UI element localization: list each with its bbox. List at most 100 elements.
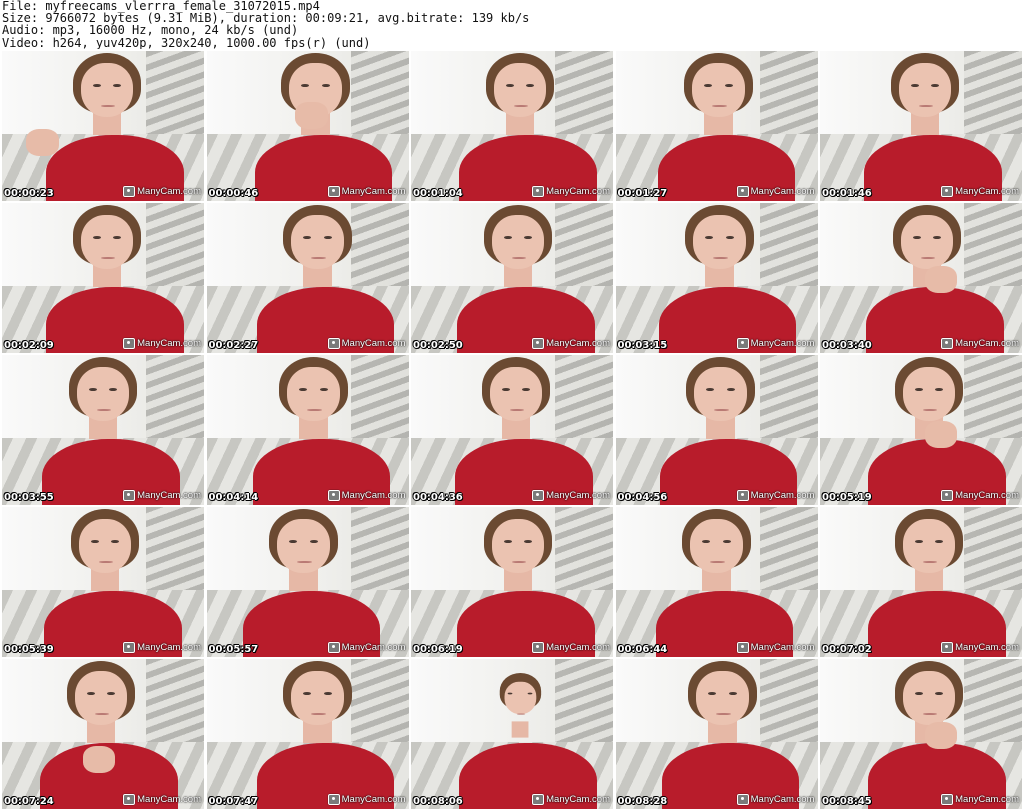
video-thumbnail-17: ManyCam.com 00:05:57 <box>206 507 409 657</box>
video-thumbnail-25: ManyCam.com 00:08:45 <box>820 659 1022 809</box>
thumbnail-timestamp: 00:05:57 <box>208 644 259 655</box>
person-right-eye <box>524 236 533 239</box>
background-shelf <box>964 507 1022 602</box>
manycam-logo-icon <box>327 794 340 805</box>
video-thumbnail-19: ManyCam.com 00:06:44 <box>615 507 818 657</box>
manycam-watermark-text: ManyCam.com <box>750 794 815 805</box>
manycam-watermark-text: ManyCam.com <box>137 490 201 501</box>
person-left-eye <box>301 84 310 87</box>
thumbnail-timestamp: 00:00:46 <box>208 188 259 199</box>
person-hand <box>925 266 958 293</box>
thumbnail-timestamp: 00:04:14 <box>208 492 259 503</box>
thumbnail-timestamp: 00:08:45 <box>822 796 872 807</box>
video-thumbnail-14: ManyCam.com 00:04:56 <box>615 355 818 505</box>
manycam-watermark-text: ManyCam.com <box>546 338 610 349</box>
person-face <box>902 671 956 725</box>
person-face <box>76 367 130 421</box>
manycam-watermark-text: ManyCam.com <box>341 642 406 653</box>
thumbnail-timestamp: 00:08:28 <box>617 796 668 807</box>
manycam-watermark: ManyCam.com <box>736 794 815 805</box>
background-shelf <box>555 51 613 146</box>
person-left-eye <box>914 388 923 391</box>
person-face <box>277 519 330 573</box>
person-face <box>696 671 749 725</box>
manycam-watermark-text: ManyCam.com <box>137 642 201 653</box>
manycam-watermark: ManyCam.com <box>532 338 610 349</box>
manycam-watermark: ManyCam.com <box>327 490 406 501</box>
person-left-eye <box>704 84 713 87</box>
manycam-watermark: ManyCam.com <box>736 338 815 349</box>
thumbnail-timestamp: 00:01:27 <box>617 188 668 199</box>
manycam-watermark: ManyCam.com <box>532 490 610 501</box>
manycam-watermark-text: ManyCam.com <box>546 490 610 501</box>
manycam-watermark-text: ManyCam.com <box>341 794 406 805</box>
thumbnail-timestamp: 00:00:23 <box>4 188 54 199</box>
manycam-watermark: ManyCam.com <box>327 642 406 653</box>
person-left-eye <box>914 692 923 695</box>
person-right-eye <box>319 388 328 391</box>
manycam-watermark: ManyCam.com <box>941 490 1019 501</box>
person-face <box>491 215 545 269</box>
background-shelf <box>146 355 204 450</box>
background-shelf <box>555 355 613 450</box>
thumbnail-timestamp: 00:04:56 <box>617 492 668 503</box>
person-right-eye <box>526 84 535 87</box>
person-face <box>291 671 344 725</box>
person-right-eye <box>722 540 731 543</box>
thumbnail-timestamp: 00:02:09 <box>4 340 54 351</box>
person-left-eye <box>289 540 298 543</box>
person-left-eye <box>303 236 312 239</box>
person-left-eye <box>914 540 923 543</box>
background-shelf <box>555 507 613 602</box>
person-face <box>504 681 536 715</box>
person-face <box>902 519 956 573</box>
background-shelf <box>350 51 409 146</box>
person-right-eye <box>323 692 332 695</box>
manycam-watermark: ManyCam.com <box>941 338 1019 349</box>
person-left-eye <box>507 692 513 695</box>
manycam-watermark-text: ManyCam.com <box>546 186 610 197</box>
person-left-eye <box>303 692 312 695</box>
video-thumbnail-24: ManyCam.com 00:08:28 <box>615 659 818 809</box>
thumbnail-timestamp: 00:06:44 <box>617 644 668 655</box>
video-thumbnail-2: ManyCam.com 00:00:46 <box>206 51 409 201</box>
manycam-logo-icon <box>123 642 136 653</box>
person-left-eye <box>501 388 510 391</box>
person-face <box>694 367 747 421</box>
manycam-logo-icon <box>123 186 136 197</box>
thumbnail-timestamp: 00:07:02 <box>822 644 872 655</box>
manycam-watermark: ManyCam.com <box>123 642 201 653</box>
person-left-eye <box>505 84 514 87</box>
video-thumbnail-12: ManyCam.com 00:04:14 <box>206 355 409 505</box>
person-right-eye <box>935 692 944 695</box>
background-shelf <box>964 51 1022 146</box>
manycam-watermark-text: ManyCam.com <box>955 490 1019 501</box>
person-left-eye <box>708 692 717 695</box>
manycam-logo-icon <box>532 490 545 501</box>
manycam-watermark-text: ManyCam.com <box>341 490 406 501</box>
video-info-header: File: myfreecams_vlerrra_female_31072015… <box>2 0 1022 49</box>
person-hand <box>295 102 328 129</box>
thumbnail-timestamp: 00:02:50 <box>413 340 463 351</box>
background-shelf <box>350 659 409 754</box>
background-shelf <box>964 203 1022 298</box>
background-shelf <box>964 659 1022 754</box>
manycam-watermark-text: ManyCam.com <box>137 338 201 349</box>
person-left-eye <box>86 692 95 695</box>
person-face <box>692 63 745 117</box>
manycam-watermark-text: ManyCam.com <box>955 186 1019 197</box>
manycam-logo-icon <box>736 338 749 349</box>
manycam-watermark: ManyCam.com <box>532 642 610 653</box>
manycam-watermark-text: ManyCam.com <box>341 338 406 349</box>
person-neck <box>511 721 529 738</box>
thumbnail-timestamp: 00:07:47 <box>208 796 259 807</box>
manycam-logo-icon <box>123 338 136 349</box>
manycam-watermark: ManyCam.com <box>327 338 406 349</box>
person-hand <box>925 722 958 749</box>
person-face <box>489 367 543 421</box>
background-shelf <box>759 355 818 450</box>
person-left-eye <box>92 84 101 87</box>
thumbnail-timestamp: 00:03:55 <box>4 492 54 503</box>
video-thumbnail-21: ManyCam.com 00:07:24 <box>2 659 204 809</box>
video-thumbnail-20: ManyCam.com 00:07:02 <box>820 507 1022 657</box>
